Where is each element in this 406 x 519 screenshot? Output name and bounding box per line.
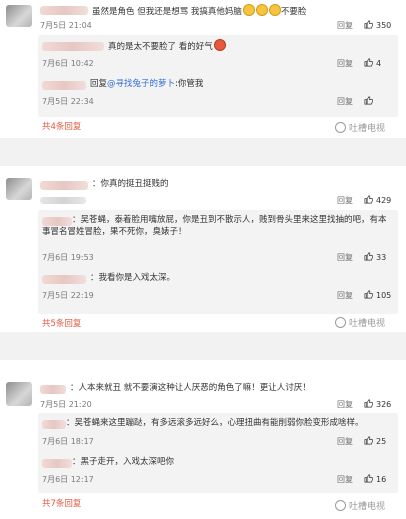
comment-section-2: ：你真的挺丑挺贱的 回复 429 ：吴苍蝇，泰着脸用嘴放屁，你是丑到不散示人，贱…	[0, 166, 406, 332]
reply-button[interactable]: 回复	[337, 290, 353, 301]
emoji-icon	[255, 4, 268, 16]
like-button[interactable]: 16	[364, 474, 386, 484]
reply-button[interactable]: 回复	[337, 96, 353, 107]
comment-text: ：人本来就丑 就不要演这种让人厌恶的角色了嘛！更让人讨厌！	[70, 383, 311, 393]
section-separator	[0, 332, 406, 360]
like-button[interactable]: 350	[364, 20, 391, 30]
avatar[interactable]	[6, 382, 32, 406]
comment-section-1: 虽然是角色 但我还是想骂 我搞真他妈脑 不要脸 7月5日 21:04 回复 350…	[0, 0, 406, 138]
reply-button[interactable]: 回复	[337, 436, 353, 447]
emoji-icon	[268, 4, 281, 16]
reply-button[interactable]: 回复	[337, 474, 353, 485]
avatar[interactable]	[6, 5, 32, 27]
reply-text: ：我看你是入戏太深。	[90, 273, 176, 283]
username-blurred[interactable]	[40, 181, 88, 190]
username-blurred[interactable]	[42, 420, 66, 429]
reply-time: 7月6日 10:42	[42, 59, 94, 68]
like-button[interactable]	[364, 96, 376, 106]
comment-time: 7月5日 21:20	[40, 400, 92, 409]
reply-button[interactable]: 回复	[337, 58, 353, 69]
comment-time: 7月5日 21:04	[40, 21, 92, 30]
watermark-logo-icon	[335, 317, 346, 328]
time-blurred	[40, 197, 86, 204]
username-blurred[interactable]	[42, 275, 86, 284]
reply-text: ：吴苍蝇，泰着脸用嘴放屁，你是丑到不散示人，贱到骨头里来这里找抽的吧，有本事冒名…	[42, 215, 387, 237]
watermark: 吐槽电视	[335, 499, 385, 512]
username-blurred[interactable]	[42, 81, 86, 90]
reply-button[interactable]: 回复	[337, 20, 353, 31]
username-blurred[interactable]	[40, 6, 88, 15]
avatar[interactable]	[6, 178, 32, 200]
thumbs-up-icon	[364, 58, 373, 67]
comment-section-3: ：人本来就丑 就不要演这种让人厌恶的角色了嘛！更让人讨厌！ 7月5日 21:20…	[0, 360, 406, 519]
watermark: 吐槽电视	[335, 121, 385, 134]
angry-emoji-icon	[213, 39, 226, 51]
thumbs-up-icon	[364, 436, 373, 445]
reply-time: 7月6日 18:17	[42, 437, 94, 446]
thumbs-up-icon	[364, 290, 373, 299]
thumbs-up-icon	[364, 399, 373, 408]
like-button[interactable]: 105	[364, 290, 391, 300]
mention-link[interactable]: @寻找兔子的萝卜	[107, 79, 175, 89]
more-replies-link[interactable]: 共5条回复	[42, 317, 81, 329]
watermark-logo-icon	[335, 122, 346, 133]
like-button[interactable]: 326	[364, 399, 391, 409]
thumbs-up-icon	[364, 252, 373, 261]
watermark: 吐槽电视	[335, 316, 385, 329]
thumbs-up-icon	[364, 195, 373, 204]
reply-text: 真的是太不要脸了 看的好气	[108, 39, 226, 53]
reply-button[interactable]: 回复	[337, 252, 353, 263]
like-button[interactable]: 25	[364, 436, 386, 446]
comment-text: 虽然是角色 但我还是想骂 我搞真他妈脑 不要脸	[92, 4, 306, 18]
reply-time: 7月6日 19:53	[42, 253, 94, 262]
username-blurred[interactable]	[40, 385, 66, 394]
more-replies-link[interactable]: 共7条回复	[42, 497, 81, 509]
reply-time: 7月6日 12:17	[42, 475, 94, 484]
comment-text: ：你真的挺丑挺贱的	[92, 179, 169, 189]
username-blurred[interactable]	[42, 42, 104, 51]
thumbs-up-icon	[364, 96, 373, 105]
reply-text: ：吴苍蝇来这里蹦跶，有多远滚多远好么，心理扭曲有能削弱你脸变形成啥样。	[66, 418, 364, 428]
watermark-logo-icon	[335, 500, 346, 511]
thumbs-up-icon	[364, 20, 373, 29]
like-button[interactable]: 33	[364, 252, 386, 262]
thumbs-up-icon	[364, 474, 373, 483]
more-replies-link[interactable]: 共4条回复	[42, 120, 81, 132]
reply-time: 7月5日 22:34	[42, 97, 94, 106]
like-button[interactable]: 429	[364, 195, 391, 205]
username-blurred[interactable]	[42, 459, 72, 468]
reply-time: 7月5日 22:19	[42, 291, 94, 300]
reply-text: 回复@寻找兔子的萝卜:你管我	[90, 79, 204, 89]
reply-text: ：黑子走开，入戏太深吧你	[72, 457, 175, 467]
emoji-icon	[242, 4, 255, 16]
reply-button[interactable]: 回复	[337, 195, 353, 206]
like-button[interactable]: 4	[364, 58, 381, 68]
section-separator	[0, 138, 406, 166]
reply-button[interactable]: 回复	[337, 399, 353, 410]
